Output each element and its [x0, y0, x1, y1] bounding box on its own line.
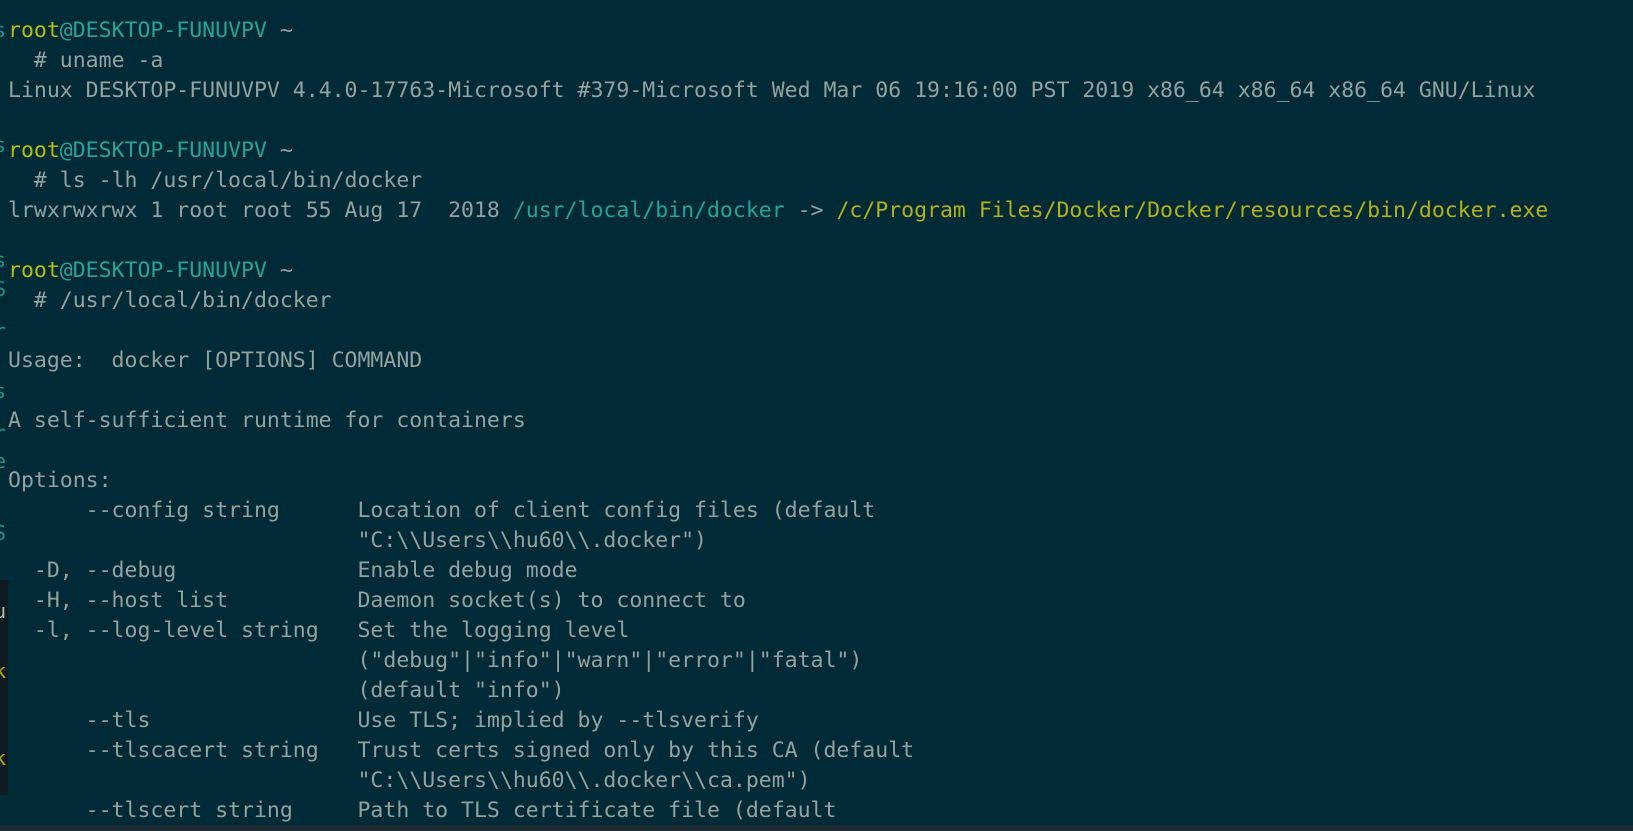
prompt-symbol: # — [8, 48, 47, 73]
options-header-text: Options: — [8, 468, 112, 493]
edge-fragment: k — [0, 746, 7, 770]
option-line: -H, --host list Daemon socket(s) to conn… — [8, 586, 1633, 616]
prompt-path: ~ — [279, 18, 293, 43]
edge-fragment: u — [0, 599, 7, 623]
output-line: Linux DESKTOP-FUNUVPV 4.4.0-17763-Micros… — [8, 76, 1633, 106]
option-line: -D, --debug Enable debug mode — [8, 556, 1633, 586]
output-text: lrwxrwxrwx 1 root root 55 Aug 17 2018 — [8, 198, 513, 223]
command-text: /usr/local/bin/docker — [46, 288, 332, 313]
edge-fragment: S — [0, 521, 7, 545]
edge-fragment: s — [0, 379, 7, 403]
edge-fragment: r — [0, 421, 7, 445]
terminal-output[interactable]: root@DESKTOP-FUNUVPV ~ # uname -a Linux … — [8, 16, 1633, 831]
edge-fragment: s — [0, 18, 7, 42]
description-line: A self-sufficient runtime for containers — [8, 406, 1633, 436]
option-text: -H, --host list Daemon socket(s) to conn… — [8, 588, 746, 613]
option-line: --tlscert string Path to TLS certificate… — [8, 796, 1633, 826]
option-text: "C:\\Users\\hu60\\.docker\\ca.pem") — [8, 768, 811, 793]
edge-fragment: k — [0, 659, 7, 683]
option-text: ("debug"|"info"|"warn"|"error"|"fatal") — [8, 648, 863, 673]
prompt-symbol: # — [8, 288, 47, 313]
prompt-user: root — [8, 138, 60, 163]
option-line: -l, --log-level string Set the logging l… — [8, 616, 1633, 646]
prompt-user: root — [8, 258, 60, 283]
usage-line: Usage: docker [OPTIONS] COMMAND — [8, 346, 1633, 376]
option-text: --tls Use TLS; implied by --tlsverify — [8, 708, 759, 733]
option-text: -D, --debug Enable debug mode — [8, 558, 578, 583]
prompt-path: ~ — [279, 258, 293, 283]
prompt-line: root@DESKTOP-FUNUVPV ~ — [8, 136, 1633, 166]
terminal-window[interactable]: s s s S r s r e S u k k root@DESKTOP-FUN… — [0, 0, 1633, 831]
option-line: --config string Location of client confi… — [8, 496, 1633, 526]
symlink-arrow: -> — [784, 198, 837, 223]
prompt-at: @ — [59, 258, 73, 283]
prompt-host: DESKTOP-FUNUVPV — [72, 258, 267, 283]
output-line: lrwxrwxrwx 1 root root 55 Aug 17 2018 /u… — [8, 196, 1633, 226]
command-text: uname -a — [46, 48, 164, 73]
options-header: Options: — [8, 466, 1633, 496]
option-line: "C:\\Users\\hu60\\.docker") — [8, 526, 1633, 556]
command-line: # /usr/local/bin/docker — [8, 286, 1633, 316]
prompt-user: root — [8, 18, 60, 43]
prompt-line: root@DESKTOP-FUNUVPV ~ — [8, 256, 1633, 286]
edge-fragment: e — [0, 449, 7, 473]
prompt-host: DESKTOP-FUNUVPV — [72, 138, 267, 163]
option-text: --tlscacert string Trust certs signed on… — [8, 738, 915, 763]
symlink-path: /usr/local/bin/docker — [512, 198, 785, 223]
symlink-target: /c/Program Files/Docker/Docker/resources… — [836, 198, 1549, 223]
prompt-at: @ — [59, 18, 73, 43]
option-text: --tlscert string Path to TLS certificate… — [8, 798, 837, 823]
prompt-path: ~ — [279, 138, 293, 163]
edge-fragment: r — [0, 319, 7, 343]
prompt-at: @ — [59, 138, 73, 163]
command-line: # uname -a — [8, 46, 1633, 76]
edge-fragment: S — [0, 277, 7, 301]
option-text: (default "info") — [8, 678, 565, 703]
prompt-host: DESKTOP-FUNUVPV — [72, 18, 267, 43]
option-text: -l, --log-level string Set the logging l… — [8, 618, 630, 643]
option-line: --tls Use TLS; implied by --tlsverify — [8, 706, 1633, 736]
option-line: "C:\\Users\\hu60\\.docker\\ca.pem") — [8, 766, 1633, 796]
command-text: ls -lh /usr/local/bin/docker — [46, 168, 423, 193]
option-line: ("debug"|"info"|"warn"|"error"|"fatal") — [8, 646, 1633, 676]
edge-fragment: s — [0, 133, 7, 157]
prompt-symbol: # — [8, 168, 47, 193]
edge-fragment: s — [0, 248, 7, 272]
background-window-edge: s s s S r s r e S u k k — [0, 0, 8, 831]
usage-text: Usage: docker [OPTIONS] COMMAND — [8, 348, 423, 373]
option-text: --config string Location of client confi… — [8, 498, 876, 523]
prompt-line: root@DESKTOP-FUNUVPV ~ — [8, 16, 1633, 46]
option-text: "C:\\Users\\hu60\\.docker") — [8, 528, 707, 553]
command-line: # ls -lh /usr/local/bin/docker — [8, 166, 1633, 196]
description-text: A self-sufficient runtime for containers — [8, 408, 526, 433]
option-line: --tlscacert string Trust certs signed on… — [8, 736, 1633, 766]
window-bottom-border — [0, 825, 1633, 831]
output-text: Linux DESKTOP-FUNUVPV 4.4.0-17763-Micros… — [8, 78, 1536, 103]
option-line: (default "info") — [8, 676, 1633, 706]
